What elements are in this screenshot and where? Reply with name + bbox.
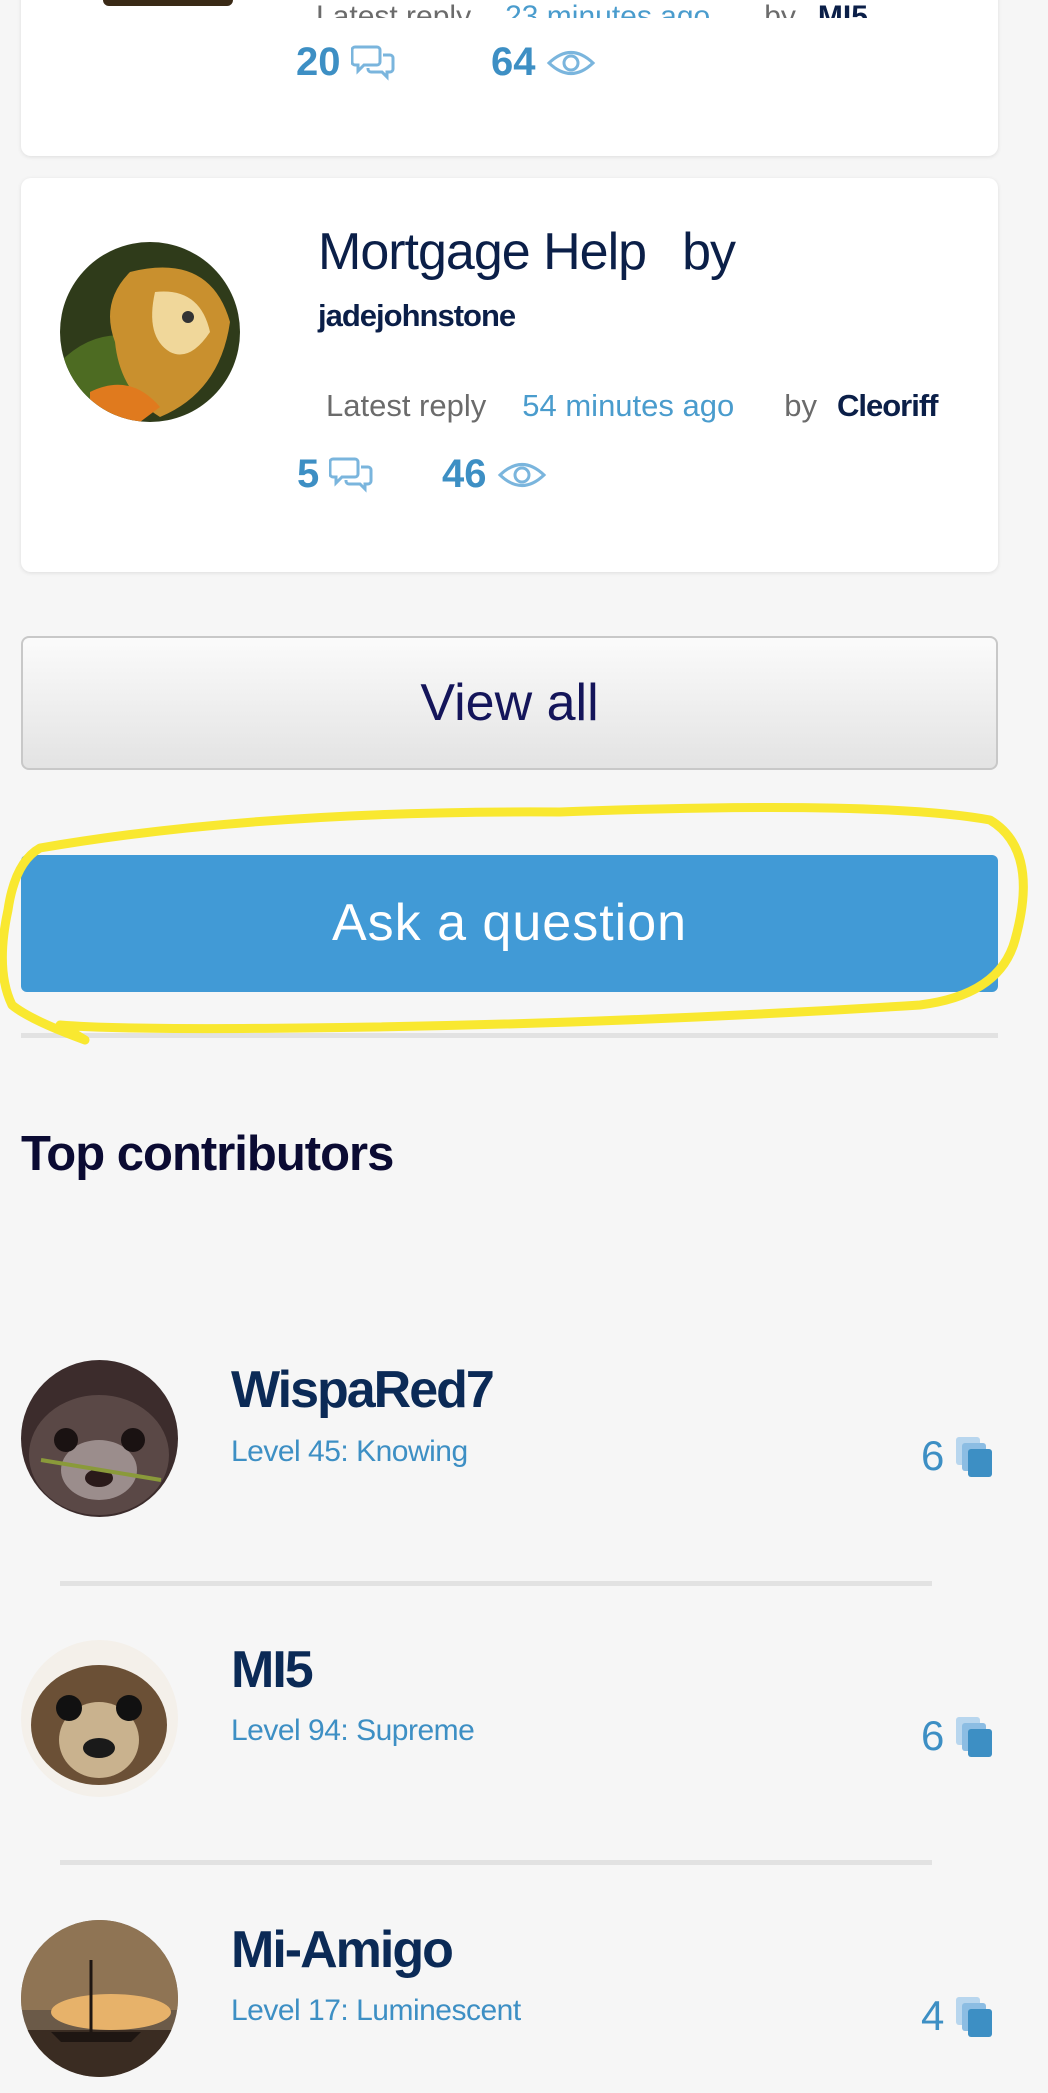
kudos-value: 6 bbox=[921, 1712, 945, 1759]
avatar[interactable] bbox=[21, 1920, 178, 2077]
view-count: 64 bbox=[491, 40, 596, 85]
view-count-value: 64 bbox=[491, 40, 536, 84]
kudos-count: 4 bbox=[921, 1992, 994, 2040]
reply-count-value: 20 bbox=[296, 40, 341, 84]
kudos-value: 6 bbox=[921, 1432, 945, 1479]
ask-question-button[interactable]: Ask a question bbox=[21, 855, 998, 992]
reply-count: 20 bbox=[296, 40, 395, 85]
avatar[interactable] bbox=[21, 1360, 178, 1517]
view-all-button[interactable]: View all bbox=[21, 636, 998, 770]
view-count-value: 46 bbox=[442, 452, 487, 496]
reply-count-value: 5 bbox=[297, 452, 320, 496]
kudos-value: 4 bbox=[921, 1992, 945, 2039]
contributor-level: Level 17: Luminescent bbox=[231, 1994, 521, 2027]
topic-card-partial[interactable]: Latest reply 23 minutes ago by MI5 20 64 bbox=[21, 0, 998, 156]
contributor-name[interactable]: Mi-Amigo bbox=[231, 1920, 454, 1980]
top-contributors-heading: Top contributors bbox=[21, 1127, 394, 1181]
avatar[interactable] bbox=[60, 242, 240, 422]
reply-user[interactable]: Cleoriff bbox=[837, 388, 938, 423]
latest-reply-row: Latest reply 23 minutes ago by MI5 bbox=[316, 0, 868, 18]
eye-icon bbox=[497, 458, 547, 492]
contributor-name[interactable]: WispaRed7 bbox=[231, 1360, 495, 1420]
eye-icon bbox=[546, 46, 596, 80]
latest-reply-label: Latest reply bbox=[326, 388, 487, 423]
kudos-count: 6 bbox=[921, 1432, 994, 1480]
contributor-divider bbox=[60, 1581, 932, 1586]
latest-reply-row: Latest reply 54 minutes ago by Cleoriff bbox=[326, 388, 938, 424]
section-divider bbox=[21, 1033, 998, 1038]
reply-time[interactable]: 23 minutes ago bbox=[505, 0, 710, 18]
reply-count: 5 bbox=[297, 452, 373, 497]
contributor-level: Level 45: Knowing bbox=[231, 1435, 468, 1468]
topic-title-text[interactable]: Mortgage Help bbox=[318, 223, 647, 281]
kudos-stack-icon bbox=[952, 1993, 994, 2039]
kudos-stack-icon bbox=[952, 1713, 994, 1759]
contributor-level: Level 94: Supreme bbox=[231, 1714, 475, 1747]
by-label: by bbox=[682, 223, 736, 281]
view-count: 46 bbox=[442, 452, 547, 497]
latest-reply-label: Latest reply bbox=[316, 0, 472, 18]
kudos-stack-icon bbox=[952, 1433, 994, 1479]
topic-title[interactable]: Mortgage Help by bbox=[318, 222, 736, 282]
avatar[interactable] bbox=[103, 0, 233, 6]
topic-card[interactable]: Mortgage Help by jadejohnstone Latest rep… bbox=[21, 178, 998, 572]
by-label: by bbox=[764, 0, 796, 18]
contributor-divider bbox=[60, 1860, 932, 1865]
reply-user[interactable]: MI5 bbox=[818, 0, 868, 18]
by-label: by bbox=[784, 388, 817, 423]
kudos-count: 6 bbox=[921, 1712, 994, 1760]
avatar[interactable] bbox=[21, 1640, 178, 1797]
topic-author[interactable]: jadejohnstone bbox=[318, 298, 516, 334]
contributor-name[interactable]: MI5 bbox=[231, 1640, 314, 1700]
reply-time[interactable]: 54 minutes ago bbox=[522, 388, 734, 423]
speech-bubbles-icon bbox=[329, 455, 373, 495]
speech-bubbles-icon bbox=[350, 43, 395, 83]
